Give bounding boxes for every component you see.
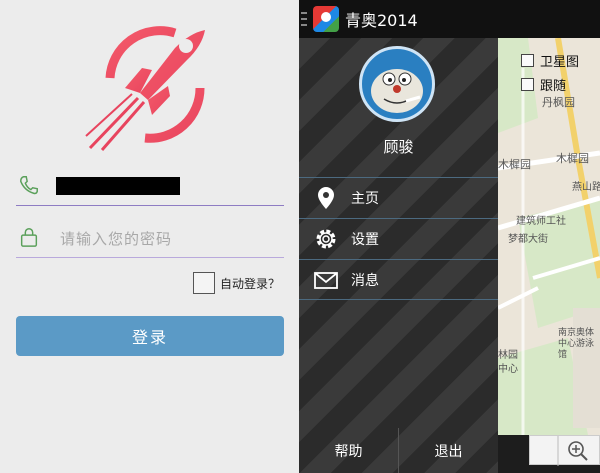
phone-value-redacted [56,177,180,195]
app-logo-icon[interactable] [313,6,339,32]
login-screen: 请输入您的密码 自动登录？ 登录 [0,0,299,473]
envelope-icon [314,271,338,289]
gear-icon [316,229,336,249]
satellite-toggle[interactable]: 卫星图 [521,48,579,72]
password-placeholder: 请输入您的密码 [60,230,173,248]
app-title: 青奥2014 [345,11,418,30]
navigation-drawer: 顾骏 主页 设置 消息 帮助 退出 [299,38,498,473]
menu-item-label: 消息 [351,272,379,289]
menu-item-label: 主页 [351,191,379,207]
exit-button[interactable]: 退出 [399,428,498,473]
user-name: 顾骏 [383,138,414,156]
location-pin-icon [318,187,334,209]
satellite-checkbox[interactable] [521,53,534,67]
follow-checkbox[interactable] [521,77,534,91]
menu-item-settings[interactable]: 设置 [299,218,498,259]
map-label: 木樨园 [498,158,531,171]
menu-item-messages[interactable]: 消息 [299,259,498,300]
map-label: 木樨园 [556,152,589,165]
help-button[interactable]: 帮助 [299,428,399,473]
phone-field[interactable] [16,162,284,206]
map-label: 林园 [498,350,518,361]
auto-login-box[interactable] [193,272,215,294]
follow-toggle[interactable]: 跟随 [521,72,579,96]
action-bar: 青奥2014 [299,0,600,38]
auto-login-checkbox[interactable]: 自动登录？ [193,271,280,295]
map-label: 梦都大街 [508,234,548,245]
drawer-indicator-icon[interactable] [301,12,307,26]
drawer-footer: 帮助 退出 [299,428,498,473]
rocket-logo [85,26,205,151]
map-label: 建筑师工社 [516,216,566,227]
menu-item-home[interactable]: 主页 [299,177,498,218]
map-label: 中心 [498,364,518,375]
map-label: 燕山路 [572,182,600,193]
zoom-control[interactable] [529,435,600,466]
follow-label: 跟随 [540,78,567,94]
map-view[interactable]: 丹枫园 木樨园 木樨园 燕山路 建筑师工社 梦都大街 南京奥体中心游泳馆 林园 … [498,38,600,435]
map-label: 丹枫园 [542,96,575,109]
avatar[interactable] [359,46,435,122]
login-button[interactable]: 登录 [16,316,284,356]
phone-icon [20,176,38,195]
satellite-label: 卫星图 [540,54,580,70]
password-field[interactable]: 请输入您的密码 [16,214,284,258]
lock-icon [20,228,38,247]
auto-login-label: 自动登录？ [220,276,281,291]
map-layer-options: 卫星图 跟随 [521,48,579,96]
zoom-in-icon[interactable] [530,436,600,466]
map-label: 南京奥体中心游泳馆 [558,328,595,360]
app-screen: 青奥2014 丹枫园 木樨园 木樨园 燕山路 建筑师工社 梦都大街 南京奥体中心… [299,0,600,473]
menu-item-label: 设置 [351,232,379,248]
